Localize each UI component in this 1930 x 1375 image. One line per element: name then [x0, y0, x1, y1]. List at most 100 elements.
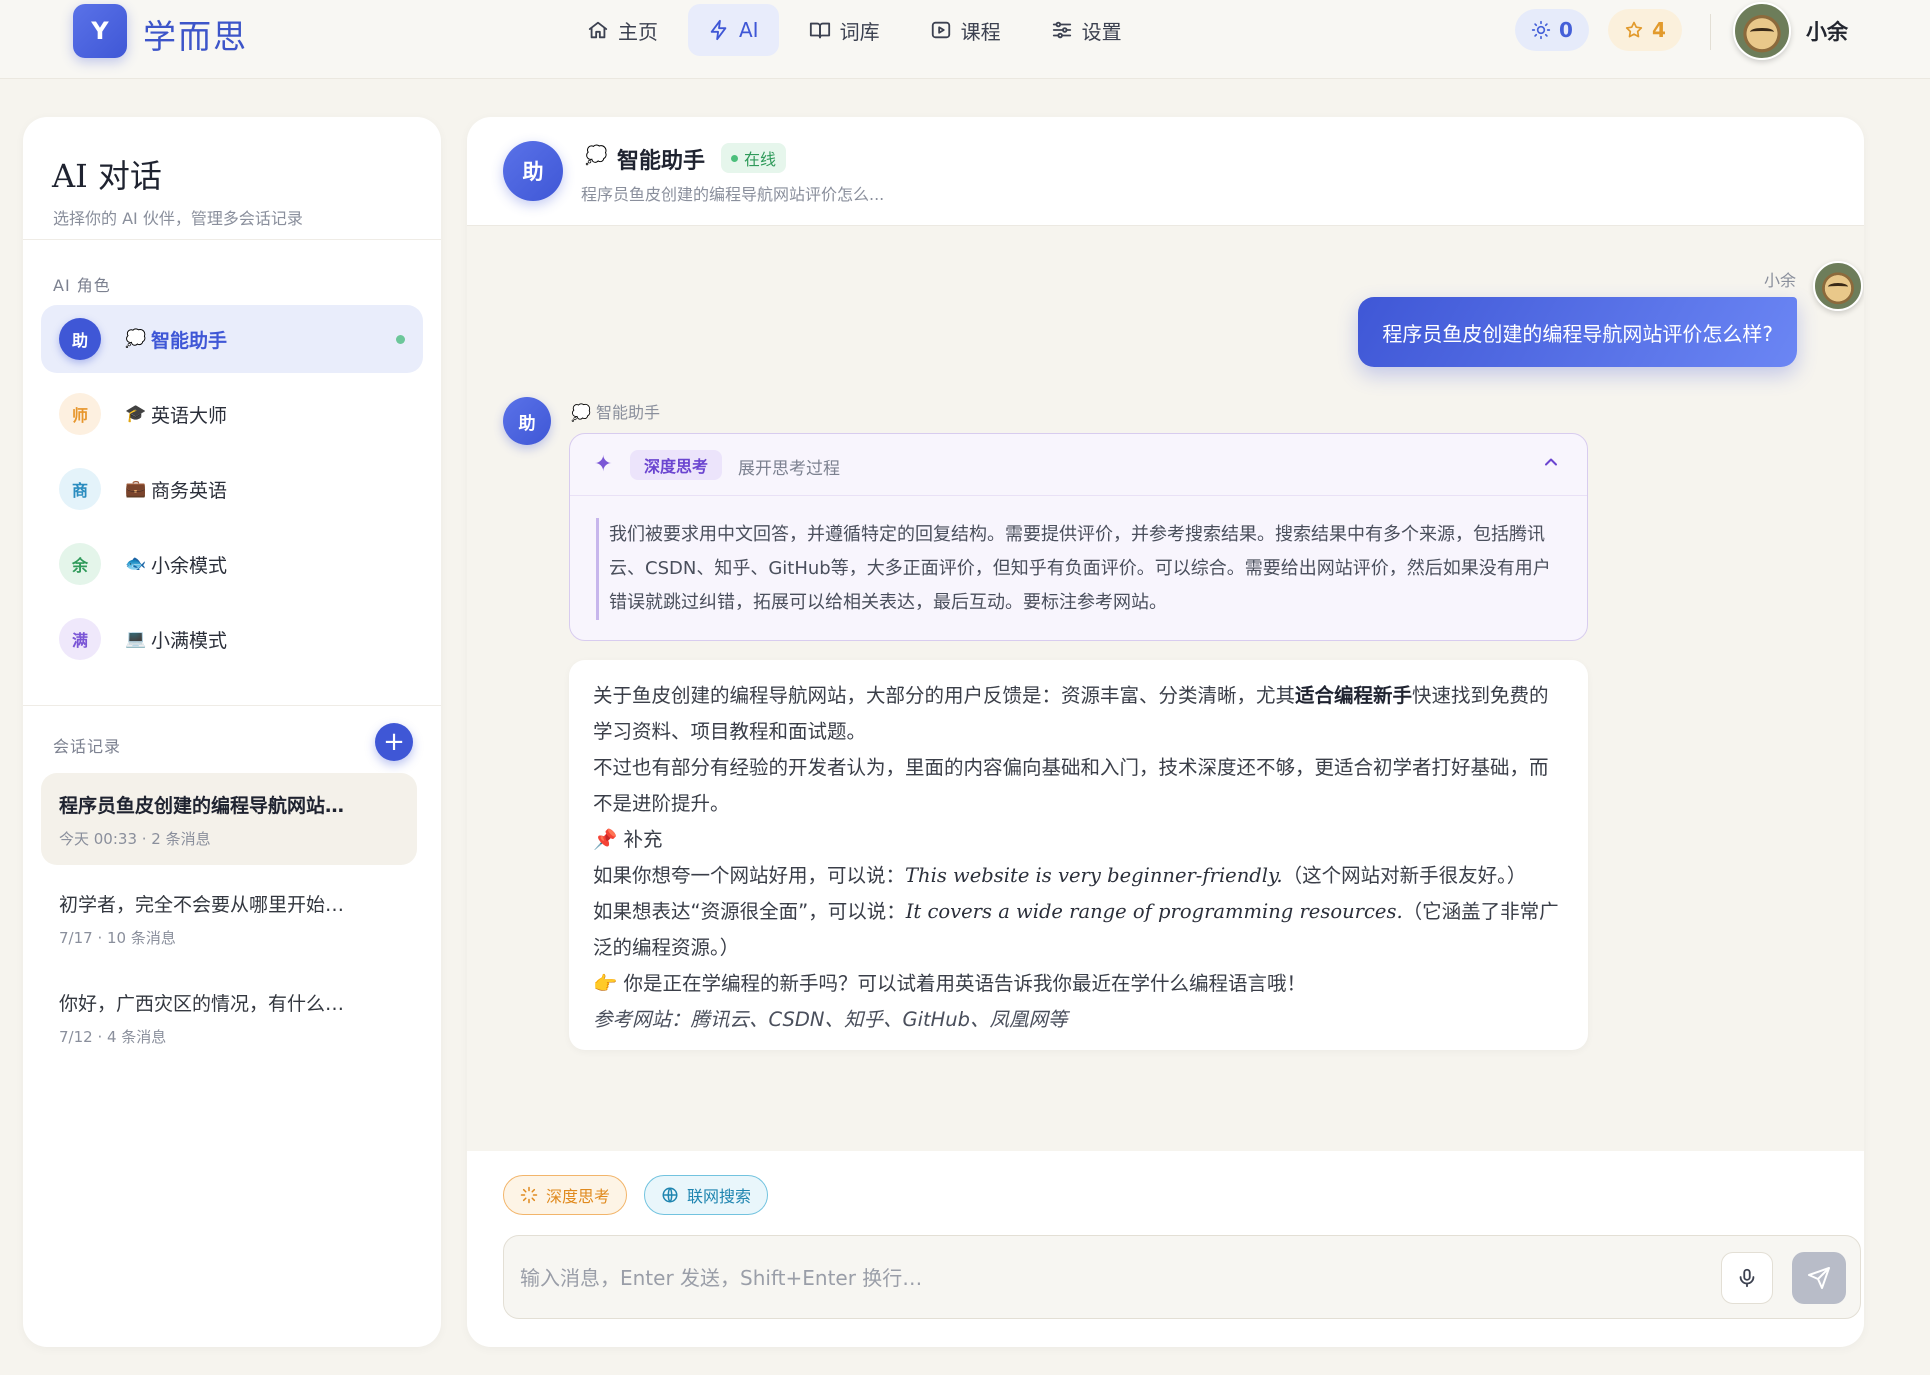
roles-section-label: AI 角色 [53, 276, 111, 295]
user-message-bubble: 程序员鱼皮创建的编程导航网站评价怎么样? [1358, 297, 1797, 367]
laptop-icon: 💻 [125, 629, 147, 649]
nav-wordbank-label: 词库 [839, 19, 880, 44]
session-item[interactable]: 你好，广西灾区的情况，有什么… 7/12 · 4 条消息 [41, 971, 417, 1063]
star-icon [1625, 21, 1643, 38]
answer-english-phrase: It covers a wide range of programming re… [905, 900, 1403, 923]
role-name: 小满模式 [151, 629, 228, 652]
thought-bubble-icon: 💭 [585, 145, 608, 166]
chat-subtitle: 程序员鱼皮创建的编程导航网站评价怎么... [581, 185, 885, 204]
nav-courses-label: 课程 [960, 19, 1001, 44]
nav-settings[interactable]: 设置 [1031, 4, 1142, 56]
answer-question: 👉 你是正在学编程的新手吗？可以试着用英语告诉我你最近在学什么编程语言哦！ [593, 972, 1306, 995]
nav-divider [1710, 14, 1711, 50]
thought-bubble-icon: 💭 [125, 329, 147, 349]
sliders-icon [1052, 21, 1071, 39]
star-points-pill[interactable]: 4 [1608, 9, 1682, 51]
top-navbar: Y 学而思 主页 AI 词库 课程 设置 0 4 小余 [0, 0, 1930, 79]
nav-home-label: 主页 [618, 19, 658, 44]
graduation-cap-icon: 🎓 [125, 404, 147, 424]
send-button[interactable] [1792, 1252, 1846, 1304]
answer-paragraph: 如果你想夸一个网站好用，可以说：This website is very beg… [593, 858, 1564, 894]
composer: 深度思考 联网搜索 [467, 1151, 1864, 1347]
nav-courses[interactable]: 课程 [910, 4, 1021, 56]
user-name[interactable]: 小余 [1806, 16, 1848, 46]
answer-supplement-heading: 📌 补充 [593, 828, 663, 851]
online-dot-icon [396, 334, 405, 344]
sidebar-title: AI 对话 [52, 157, 162, 195]
spinner-icon [520, 1186, 538, 1204]
role-item-xiaoman-mode[interactable]: 满 💻 小满模式 [41, 605, 423, 673]
home-icon [588, 21, 608, 39]
main-nav: 主页 AI 词库 课程 设置 [567, 4, 1142, 56]
answer-references: 参考网站：腾讯云、CSDN、知乎、GitHub、凤凰网等 [593, 1008, 1068, 1031]
role-item-english-master[interactable]: 师 🎓 英语大师 [41, 380, 423, 448]
sidebar-panel: AI 对话 选择你的 AI 伙伴，管理多会话记录 AI 角色 助 💭 智能助手 … [23, 117, 441, 1347]
answer-text: 关于鱼皮创建的编程导航网站，大部分的用户反馈是：资源丰富、分类清晰，尤其 [593, 684, 1296, 707]
fish-icon: 🐟 [125, 554, 147, 574]
role-item-xiaoyu-mode[interactable]: 余 🐟 小余模式 [41, 530, 423, 598]
nav-home[interactable]: 主页 [567, 4, 678, 56]
answer-paragraph: 如果想表达“资源很全面”，可以说：It covers a wide range … [593, 894, 1564, 966]
message-input[interactable] [520, 1258, 1620, 1298]
deep-think-label: 深度思考 [546, 1187, 611, 1206]
role-item-assistant[interactable]: 助 💭 智能助手 [41, 305, 423, 373]
session-title: 你好，广西灾区的情况，有什么… [59, 993, 345, 1015]
new-session-button[interactable]: + [375, 723, 413, 761]
answer-paragraph: 关于鱼皮创建的编程导航网站，大部分的用户反馈是：资源丰富、分类清晰，尤其适合编程… [593, 678, 1564, 750]
microphone-icon [1739, 1268, 1755, 1288]
star-count: 4 [1652, 18, 1666, 42]
plus-icon: + [383, 727, 405, 757]
role-item-business-english[interactable]: 商 💼 商务英语 [41, 455, 423, 523]
answer-text: 如果你想夸一个网站好用，可以说： [593, 864, 906, 887]
assistant-avatar: 助 [503, 141, 563, 201]
thinking-toggle-label[interactable]: 展开思考过程 [738, 454, 840, 479]
answer-bold-text: 适合编程新手 [1295, 684, 1413, 707]
brand-name[interactable]: 学而思 [143, 10, 248, 58]
ai-answer-bubble: 关于鱼皮创建的编程导航网站，大部分的用户反馈是：资源丰富、分类清晰，尤其适合编程… [569, 660, 1588, 1050]
online-dot-icon [731, 154, 738, 162]
nav-ai-label: AI [739, 18, 759, 42]
chat-header: 助 💭 智能助手 在线 程序员鱼皮创建的编程导航网站评价怎么... [467, 117, 1864, 226]
sun-count: 0 [1559, 18, 1573, 42]
session-item[interactable]: 初学者，完全不会要从哪里开始… 7/17 · 10 条消息 [41, 872, 417, 964]
send-icon [1808, 1267, 1830, 1289]
sun-icon [1531, 20, 1551, 40]
session-title: 初学者，完全不会要从哪里开始… [59, 894, 345, 916]
sessions-section-label: 会话记录 [53, 737, 122, 756]
role-badge: 余 [59, 543, 101, 585]
sparkle-icon: ✦ [594, 452, 613, 477]
role-name: 商务英语 [151, 479, 228, 502]
session-meta: 7/12 · 4 条消息 [59, 1028, 167, 1046]
nav-ai[interactable]: AI [688, 4, 779, 56]
voice-input-button[interactable] [1721, 1252, 1773, 1304]
web-search-toggle[interactable]: 联网搜索 [644, 1175, 769, 1215]
role-badge: 师 [59, 393, 101, 435]
logo-letter: Y [91, 17, 109, 45]
nav-wordbank[interactable]: 词库 [789, 4, 900, 56]
user-message-avatar [1813, 261, 1863, 311]
status-text: 在线 [744, 150, 777, 169]
thinking-panel: ✦ 深度思考 展开思考过程 我们被要求用中文回答，并遵循特定的回复结构。需要提供… [569, 433, 1588, 641]
user-avatar[interactable] [1733, 2, 1791, 60]
deep-think-toggle[interactable]: 深度思考 [503, 1175, 628, 1215]
role-badge: 商 [59, 468, 101, 510]
chevron-up-icon[interactable] [1541, 452, 1561, 472]
web-search-label: 联网搜索 [687, 1187, 752, 1206]
session-meta: 7/17 · 10 条消息 [59, 929, 176, 947]
role-name: 智能助手 [151, 329, 228, 352]
role-name: 小余模式 [151, 554, 228, 577]
ai-message-avatar: 助 [503, 397, 551, 445]
role-badge: 满 [59, 618, 101, 660]
sun-points-pill[interactable]: 0 [1515, 9, 1589, 51]
globe-icon [662, 1187, 678, 1203]
role-name: 英语大师 [151, 404, 228, 427]
ai-message-sender: 💭 智能助手 [571, 403, 661, 422]
role-badge: 助 [59, 318, 101, 360]
answer-paragraph: 不过也有部分有经验的开发者认为，里面的内容偏向基础和入门，技术深度还不够，更适合… [593, 756, 1549, 815]
session-item[interactable]: 程序员鱼皮创建的编程导航网站… 今天 00:33 · 2 条消息 [41, 773, 417, 865]
answer-english-phrase: This website is very beginner-friendly. [905, 864, 1283, 887]
sidebar-divider [23, 239, 441, 240]
thinking-header[interactable]: ✦ 深度思考 展开思考过程 [570, 434, 1587, 496]
briefcase-icon: 💼 [125, 479, 147, 499]
logo-badge[interactable]: Y [73, 4, 127, 58]
